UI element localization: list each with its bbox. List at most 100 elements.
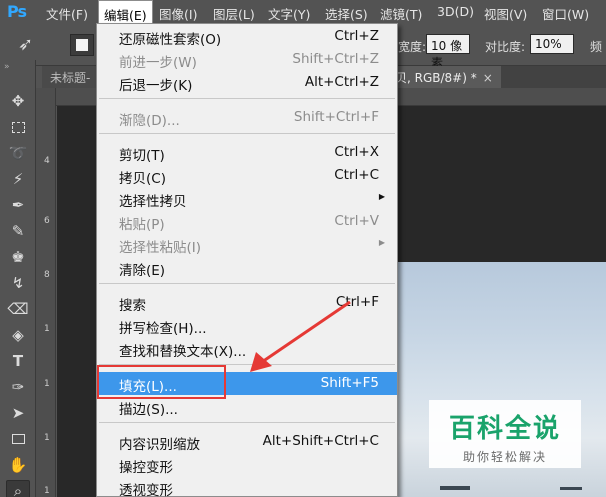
width-label: 宽度: [398, 40, 427, 54]
tab-active-label: 贝, RGB/8#) * [395, 71, 477, 85]
menu-bar: Ps 文件(F) 编辑(E) 图像(I) 图层(L) 文字(Y) 选择(S) 滤… [0, 0, 606, 24]
edit-menu-dropdown: 还原磁性套索(O) Ctrl+Z 前进一步(W) Shift+Ctrl+Z 后退一步… [96, 23, 398, 497]
submenu-arrow-icon: ▶ [378, 192, 385, 201]
menu-select[interactable]: 选择(S) [325, 4, 368, 23]
menu-item-label: 拷贝(C) [119, 171, 166, 187]
tab-active-document[interactable]: 贝, RGB/8#) * × [387, 66, 501, 88]
menu-item-puppet-warp[interactable]: 操控变形 [97, 453, 397, 476]
contrast-input[interactable]: 10% [530, 34, 574, 54]
magnetic-lasso-icon[interactable]: ➶ [18, 34, 33, 55]
menu-item-label: 查找和替换文本(X)... [119, 344, 247, 360]
frequency-label: 频 [590, 40, 603, 54]
menu-separator [99, 98, 395, 99]
menu-item-perspective-warp[interactable]: 透视变形 [97, 476, 397, 497]
menu-item-shortcut: Alt+Shift+Ctrl+C [262, 433, 379, 449]
lasso-tool-icon[interactable]: ➰ [6, 142, 30, 164]
menu-item-shortcut: Shift+F5 [320, 375, 379, 391]
menu-edit[interactable]: 编辑(E) [98, 0, 153, 24]
menu-item-fade[interactable]: 渐隐(D)... Shift+Ctrl+F [97, 106, 397, 129]
zoom-tool-icon[interactable]: ⌕ [6, 480, 30, 497]
menu-3d[interactable]: 3D(D) [437, 4, 474, 19]
ruler-mark: 4 [44, 156, 50, 166]
menu-item-label: 清除(E) [119, 263, 166, 279]
menu-separator [99, 283, 395, 284]
menu-item-label: 选择性粘贴(I) [119, 240, 202, 256]
menu-item-content-aware-scale[interactable]: 内容识别缩放 Alt+Shift+Ctrl+C [97, 430, 397, 453]
contrast-label: 对比度: [485, 40, 526, 54]
menu-item-label: 后退一步(K) [119, 78, 193, 94]
width-input[interactable]: 10 像素 [426, 34, 470, 70]
menu-filter[interactable]: 滤镜(T) [380, 4, 422, 23]
hand-tool-icon[interactable]: ✋ [6, 454, 30, 476]
tab-untitled[interactable]: 未标题- [42, 66, 99, 88]
menu-image[interactable]: 图像(I) [159, 4, 197, 23]
photoshop-logo: Ps [7, 2, 27, 21]
watermark-subtitle: 助你轻松解决 [462, 450, 547, 464]
menu-item-label: 内容识别缩放 [119, 437, 200, 453]
ruler-mark: 1 [44, 379, 50, 389]
menu-item-find-replace[interactable]: 查找和替换文本(X)... [97, 337, 397, 360]
brush-tool-icon[interactable]: ✎ [6, 220, 30, 242]
menu-item-clear[interactable]: 清除(E) [97, 256, 397, 279]
eraser-icon[interactable]: ⌫ [6, 298, 30, 320]
submenu-arrow-icon: ▶ [378, 238, 385, 247]
menu-window[interactable]: 窗口(W) [542, 4, 589, 23]
menu-item-shortcut: Ctrl+V [334, 213, 379, 229]
type-tool-icon[interactable]: T [6, 350, 30, 372]
ruler-mark: 1 [44, 486, 50, 496]
history-brush-icon[interactable]: ↯ [6, 272, 30, 294]
menu-item-step-forward[interactable]: 前进一步(W) Shift+Ctrl+Z [97, 48, 397, 71]
menu-layer[interactable]: 图层(L) [213, 4, 255, 23]
menu-type[interactable]: 文字(Y) [268, 4, 310, 23]
menu-item-label: 渐隐(D)... [119, 113, 180, 129]
rectangle-tool-icon[interactable] [6, 428, 30, 450]
menu-separator [99, 133, 395, 134]
canvas-image-boat [440, 486, 470, 490]
panel-collapse-icon[interactable]: » [4, 62, 9, 72]
menu-item-shortcut: Ctrl+Z [334, 28, 379, 44]
menu-item-spell-check[interactable]: 拼写检查(H)... [97, 314, 397, 337]
menu-item-label: 剪切(T) [119, 148, 165, 164]
menu-item-search[interactable]: 搜索 Ctrl+F [97, 291, 397, 314]
path-select-icon[interactable]: ➤ [6, 402, 30, 424]
menu-item-shortcut: Shift+Ctrl+Z [292, 51, 379, 67]
menu-item-copy-special[interactable]: 选择性拷贝 ▶ [97, 187, 397, 210]
annotation-highlight-box [97, 365, 226, 399]
menu-item-label: 选择性拷贝 [119, 194, 187, 210]
marquee-tool-icon[interactable] [6, 116, 30, 138]
menu-item-paste[interactable]: 粘贴(P) Ctrl+V [97, 210, 397, 233]
menu-item-shortcut: Alt+Ctrl+Z [304, 74, 379, 90]
menu-item-label: 拼写检查(H)... [119, 321, 207, 337]
watermark: 百科全说 助你轻松解决 [429, 400, 581, 468]
menu-item-paste-special[interactable]: 选择性粘贴(I) ▶ [97, 233, 397, 256]
menu-view[interactable]: 视图(V) [484, 4, 527, 23]
move-tool-icon[interactable]: ✥ [6, 90, 30, 112]
pen-tool-icon[interactable]: ✑ [6, 376, 30, 398]
menu-item-label: 操控变形 [119, 460, 173, 476]
ruler-mark: 1 [44, 324, 50, 334]
menu-item-shortcut: Shift+Ctrl+F [293, 109, 379, 125]
menu-item-undo[interactable]: 还原磁性套索(O) Ctrl+Z [97, 25, 397, 48]
menu-item-shortcut: Ctrl+F [335, 294, 379, 310]
watermark-title: 百科全说 [448, 414, 561, 444]
ruler-mark: 6 [44, 216, 50, 226]
menu-item-cut[interactable]: 剪切(T) Ctrl+X [97, 141, 397, 164]
clone-stamp-icon[interactable]: ♚ [6, 246, 30, 268]
menu-item-label: 还原磁性套索(O) [119, 32, 222, 48]
close-icon[interactable]: × [483, 71, 493, 85]
menu-item-copy[interactable]: 拷贝(C) Ctrl+C [97, 164, 397, 187]
menu-item-label: 搜索 [119, 298, 146, 314]
menu-item-shortcut: Ctrl+X [334, 144, 379, 160]
ruler-mark: 8 [44, 270, 50, 280]
ruler-mark: 1 [44, 433, 50, 443]
eyedropper-icon[interactable]: ✒ [6, 194, 30, 216]
menu-item-label: 描边(S)... [119, 402, 178, 418]
magic-wand-icon[interactable]: ⚡ [6, 168, 30, 190]
menu-separator [99, 422, 395, 423]
selection-mode-button[interactable] [70, 34, 94, 56]
paint-bucket-icon[interactable]: ◈ [6, 324, 30, 346]
menu-item-label: 透视变形 [119, 483, 173, 497]
menu-item-label: 粘贴(P) [119, 217, 165, 233]
menu-item-step-backward[interactable]: 后退一步(K) Alt+Ctrl+Z [97, 71, 397, 94]
menu-file[interactable]: 文件(F) [46, 4, 88, 23]
